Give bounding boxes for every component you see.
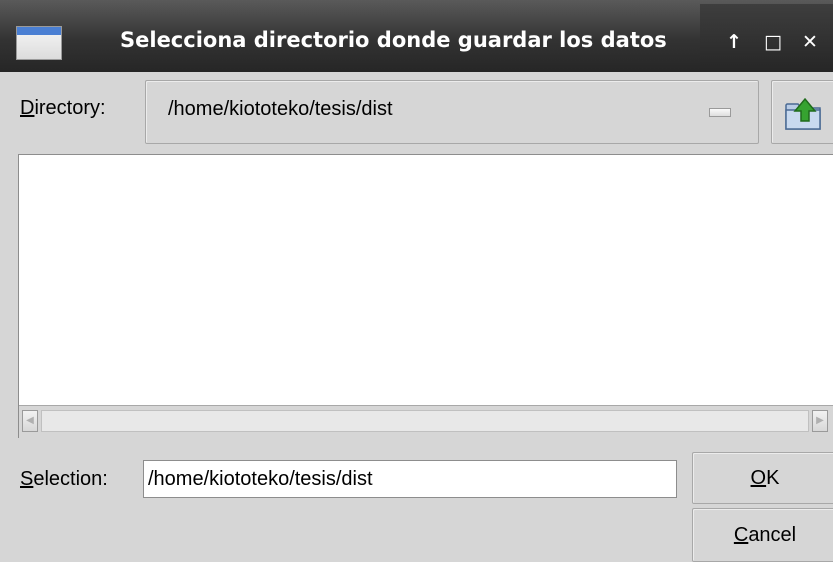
folder-up-icon bbox=[785, 97, 821, 130]
selection-label-mnemonic: S bbox=[20, 468, 34, 490]
ok-label: K bbox=[766, 467, 780, 489]
ok-mnemonic: O bbox=[750, 467, 767, 489]
selection-label-text: election: bbox=[33, 468, 108, 490]
directory-combo[interactable]: /home/kiototeko/tesis/dist bbox=[145, 80, 759, 144]
maximize-icon[interactable]: ↑ bbox=[720, 28, 748, 56]
scrollbar-trough[interactable] bbox=[41, 410, 809, 432]
cancel-button[interactable]: Cancel bbox=[692, 508, 833, 562]
scroll-right-icon[interactable]: ▶ bbox=[812, 410, 828, 432]
close-icon[interactable]: ✕ bbox=[796, 28, 824, 56]
horizontal-scrollbar[interactable]: ◀ ▶ bbox=[19, 405, 833, 438]
file-chooser-dialog: Selecciona directorio donde guardar los … bbox=[0, 0, 833, 562]
scroll-left-icon[interactable]: ◀ bbox=[22, 410, 38, 432]
directory-path: /home/kiototeko/tesis/dist bbox=[168, 98, 393, 120]
directory-label: Directory: bbox=[20, 97, 106, 120]
directory-label-mnemonic: D bbox=[20, 97, 35, 119]
window-controls: ↑ □ ✕ bbox=[700, 4, 833, 72]
selection-input[interactable] bbox=[143, 460, 677, 498]
combo-indicator-icon bbox=[709, 108, 731, 117]
cancel-label: ancel bbox=[748, 524, 797, 546]
window-app-icon[interactable] bbox=[16, 26, 62, 60]
restore-icon[interactable]: □ bbox=[759, 28, 787, 56]
directory-label-text: irectory: bbox=[34, 97, 106, 119]
directory-list[interactable]: ◀ ▶ bbox=[18, 154, 833, 438]
parent-directory-button[interactable] bbox=[771, 80, 833, 144]
ok-button[interactable]: OK bbox=[692, 452, 833, 504]
selection-label: Selection: bbox=[20, 468, 108, 491]
title-bar[interactable]: Selecciona directorio donde guardar los … bbox=[0, 0, 833, 72]
cancel-mnemonic: C bbox=[733, 524, 749, 546]
window-title: Selecciona directorio donde guardar los … bbox=[120, 28, 667, 52]
